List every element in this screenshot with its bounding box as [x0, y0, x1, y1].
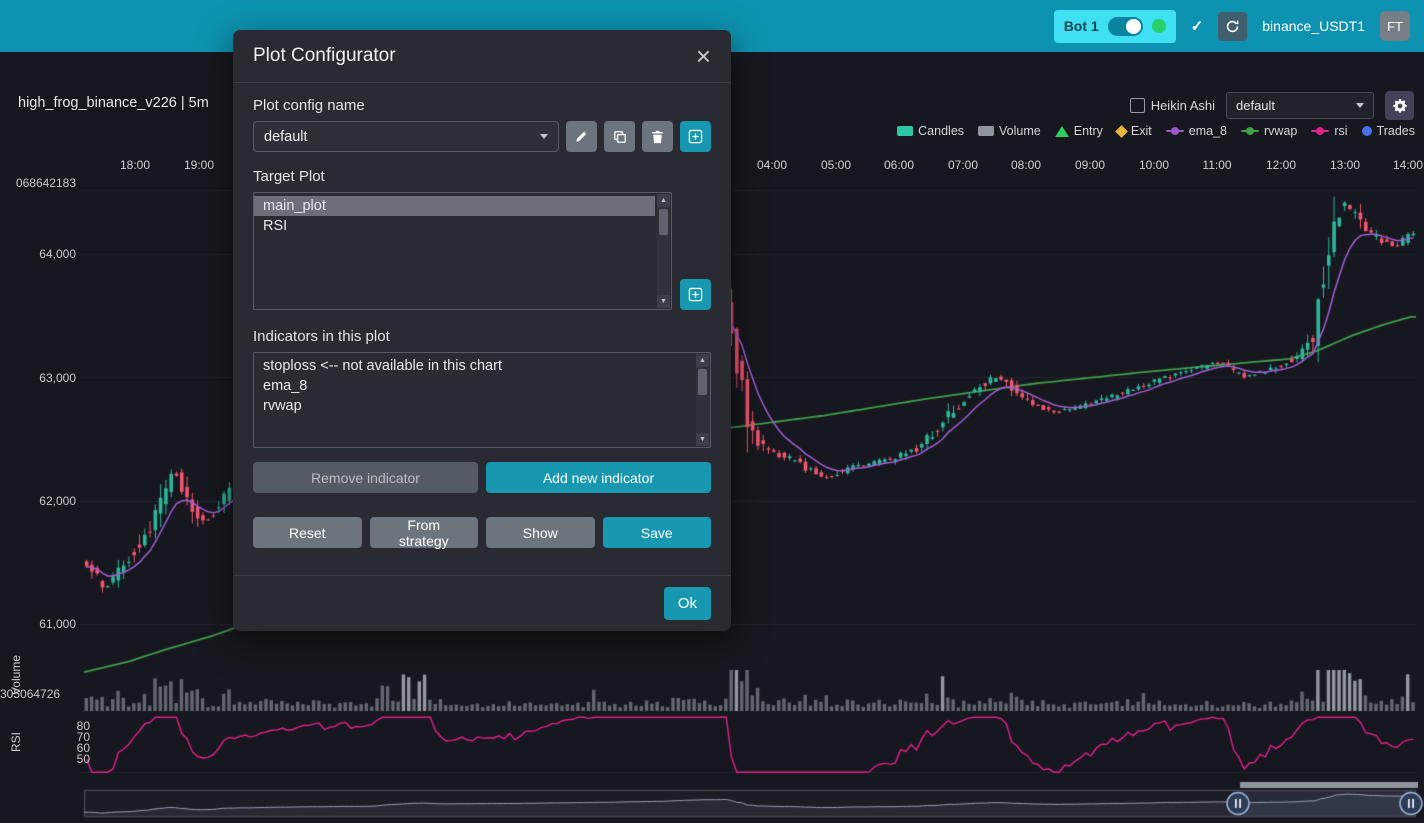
add-config-button[interactable]: [680, 121, 711, 152]
entry-marker-icon: [1055, 126, 1069, 137]
add-target-plot-button[interactable]: [680, 279, 711, 310]
scroll-down-icon[interactable]: ▼: [657, 295, 670, 308]
modal-body: Plot config name default: [233, 83, 731, 575]
modal-title: Plot Configurator: [253, 45, 396, 67]
legend-item-trades[interactable]: Trades: [1362, 124, 1415, 138]
add-new-indicator-button[interactable]: Add new indicator: [486, 462, 711, 493]
config-name-row: default: [253, 121, 711, 152]
config-name-select[interactable]: default: [253, 121, 559, 152]
navbar-right-cluster: Bot 1 ✓ binance_USDT1 FT: [1054, 10, 1410, 43]
legend-label: rvwap: [1264, 124, 1297, 138]
remove-indicator-button[interactable]: Remove indicator: [253, 462, 478, 493]
indicators-scrollbar[interactable]: ▲ ▼: [696, 354, 709, 446]
trash-icon: [651, 130, 664, 144]
pencil-icon: [575, 130, 588, 143]
indicator-item[interactable]: stoploss <-- not available in this chart: [254, 356, 694, 376]
rsi-marker-icon: [1311, 130, 1329, 132]
indicators-list[interactable]: stoploss <-- not available in this chart…: [253, 352, 711, 448]
config-action-buttons-row: Reset From strategy Show Save: [253, 517, 711, 548]
indicator-item[interactable]: ema_8: [254, 376, 694, 396]
chevron-down-icon: [1356, 103, 1364, 108]
plot-config-dropdown[interactable]: default: [1226, 92, 1374, 119]
legend-item-exit[interactable]: Exit: [1117, 124, 1152, 138]
rename-config-button[interactable]: [566, 121, 597, 152]
close-icon[interactable]: ×: [696, 46, 711, 66]
candles-marker-icon: [897, 126, 913, 136]
legend-item-rsi[interactable]: rsi: [1311, 124, 1347, 138]
heikin-ashi-label: Heikin Ashi: [1151, 98, 1215, 113]
scrollbar-thumb[interactable]: [698, 369, 707, 395]
chart-controls: Heikin Ashi default: [1130, 91, 1414, 120]
plus-square-icon: [688, 287, 703, 302]
plot-configurator-modal: Plot Configurator × Plot config name def…: [233, 30, 731, 631]
save-button[interactable]: Save: [603, 517, 712, 548]
reset-button[interactable]: Reset: [253, 517, 362, 548]
volume-marker-icon: [978, 126, 994, 136]
heikin-ashi-control[interactable]: Heikin Ashi: [1130, 98, 1215, 113]
refresh-button[interactable]: [1218, 12, 1247, 41]
legend-label: rsi: [1334, 124, 1347, 138]
scrollbar-thumb[interactable]: [659, 209, 668, 235]
bot-name-label: Bot 1: [1064, 18, 1099, 34]
legend-label: Candles: [918, 124, 964, 138]
trades-marker-icon: [1362, 126, 1372, 136]
gear-icon: [1392, 98, 1408, 114]
indicator-buttons-row: Remove indicator Add new indicator: [253, 462, 711, 493]
show-button[interactable]: Show: [486, 517, 595, 548]
plot-config-dropdown-value: default: [1236, 98, 1275, 113]
indicators-label: Indicators in this plot: [253, 328, 711, 345]
legend-label: Exit: [1131, 124, 1152, 138]
legend-label: Volume: [999, 124, 1041, 138]
target-plot-list[interactable]: main_plotRSI ▲ ▼: [253, 192, 672, 310]
online-check-icon: ✓: [1191, 17, 1204, 35]
legend-item-rvwap[interactable]: rvwap: [1241, 124, 1297, 138]
modal-footer: Ok: [233, 575, 731, 631]
legend-item-ema-8[interactable]: ema_8: [1166, 124, 1227, 138]
refresh-icon: [1225, 19, 1240, 34]
legend-item-volume[interactable]: Volume: [978, 124, 1041, 138]
scroll-up-icon[interactable]: ▲: [696, 354, 709, 367]
chevron-down-icon: [540, 134, 548, 139]
delete-config-button[interactable]: [642, 121, 673, 152]
duplicate-config-button[interactable]: [604, 121, 635, 152]
modal-header: Plot Configurator ×: [233, 30, 731, 83]
toggle-knob: [1126, 19, 1141, 34]
rvwap-marker-icon: [1241, 130, 1259, 132]
legend-label: Trades: [1377, 124, 1415, 138]
from-strategy-button[interactable]: From strategy: [370, 517, 479, 548]
legend-label: Entry: [1074, 124, 1103, 138]
config-name-select-value: default: [264, 129, 308, 145]
scroll-down-icon[interactable]: ▼: [696, 433, 709, 446]
plus-square-icon: [688, 129, 703, 144]
plot-settings-button[interactable]: [1385, 91, 1414, 120]
ema_8-marker-icon: [1166, 130, 1184, 132]
pair-label: binance_USDT1: [1262, 18, 1365, 34]
bot-selector-badge[interactable]: Bot 1: [1054, 10, 1176, 43]
chart-legend: Candles Volume Entry Exit ema_8 rvwap rsi Trade…: [897, 124, 1415, 138]
scroll-up-icon[interactable]: ▲: [657, 194, 670, 207]
copy-icon: [613, 130, 627, 144]
app-root: 18:0019:0004:0005:0006:0007:0008:0009:00…: [0, 0, 1424, 823]
target-plot-row: main_plotRSI ▲ ▼: [253, 192, 711, 310]
bot-toggle[interactable]: [1108, 17, 1143, 36]
target-plot-item[interactable]: RSI: [254, 216, 655, 236]
ok-button[interactable]: Ok: [664, 587, 711, 620]
bot-status-dot: [1152, 19, 1166, 33]
exit-marker-icon: [1115, 125, 1128, 138]
target-plot-label: Target Plot: [253, 168, 711, 185]
chart-title: high_frog_binance_v226 | 5m: [18, 95, 209, 111]
user-avatar[interactable]: FT: [1380, 11, 1410, 41]
legend-item-candles[interactable]: Candles: [897, 124, 964, 138]
indicator-item[interactable]: rvwap: [254, 396, 694, 416]
legend-item-entry[interactable]: Entry: [1055, 124, 1103, 138]
target-plot-item[interactable]: main_plot: [254, 196, 655, 216]
legend-label: ema_8: [1189, 124, 1227, 138]
heikin-ashi-checkbox[interactable]: [1130, 98, 1145, 113]
target-plot-scrollbar[interactable]: ▲ ▼: [657, 194, 670, 308]
plot-config-name-label: Plot config name: [253, 97, 711, 114]
